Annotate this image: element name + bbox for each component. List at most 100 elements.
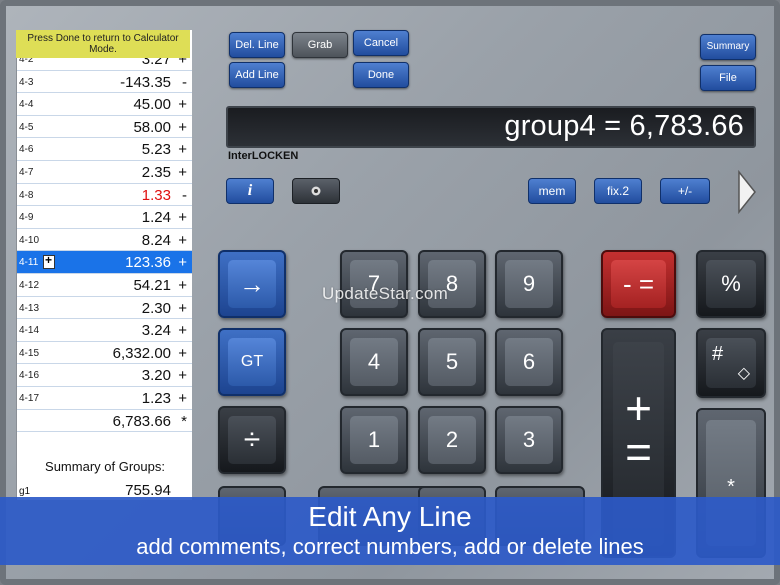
tape-row[interactable]: 4-17 1.23 + [17, 387, 192, 410]
tape-row-label: 4-13 [19, 302, 40, 314]
cancel-button[interactable]: Cancel [353, 30, 409, 56]
tape-row-operator: + [178, 322, 187, 340]
tape-row[interactable]: 4-14 3.24 + [17, 319, 192, 342]
summary-button[interactable]: Summary [700, 34, 756, 60]
tape-row[interactable]: 4-9 1.24 + [17, 206, 192, 229]
equals-label: = [625, 426, 652, 478]
key-6-label: 6 [505, 338, 553, 386]
settings-button[interactable] [292, 178, 340, 204]
gt-label: GT [228, 338, 276, 386]
tape-row[interactable]: 4-16 3.20 + [17, 364, 192, 387]
next-page-arrow-icon[interactable] [737, 170, 757, 214]
tape-row-value: 3.20 [141, 367, 171, 385]
tape-row-value: 58.00 [133, 118, 171, 136]
caption-subtitle: add comments, correct numbers, add or de… [136, 534, 644, 559]
tape-row[interactable]: 6,783.66 * [17, 410, 192, 433]
tape-row-value: 1.24 [141, 209, 171, 227]
sign-toggle-button[interactable]: +/- [660, 178, 710, 204]
tape-row-operator: - [182, 186, 187, 204]
tape-row[interactable]: 4-10 8.24 + [17, 229, 192, 252]
tape-row-value: 5.23 [141, 141, 171, 159]
fix-decimal-button[interactable]: fix.2 [594, 178, 642, 204]
enter-arrow-key[interactable]: → [218, 250, 286, 318]
key-9[interactable]: 9 [495, 250, 563, 318]
group-label: g1 [19, 486, 31, 497]
divide-key[interactable]: ÷ [218, 406, 286, 474]
display-value: group4 = 6,783.66 [504, 110, 744, 142]
grand-total-key[interactable]: GT [218, 328, 286, 396]
mem-button[interactable]: mem [528, 178, 576, 204]
key-3[interactable]: 3 [495, 406, 563, 474]
add-comment-icon[interactable] [43, 253, 55, 270]
info-button[interactable]: i [226, 178, 274, 204]
tape-row-operator: + [178, 96, 187, 114]
tape-row-value: 6,332.00 [112, 344, 171, 362]
add-line-button[interactable]: Add Line [229, 62, 285, 88]
diamond-icon: ◇ [737, 365, 750, 382]
tape-row-label: 4-12 [19, 279, 40, 291]
caption-title: Edit Any Line [308, 501, 472, 532]
tape-row-operator: + [178, 389, 187, 407]
tape-row-operator: + [178, 299, 187, 317]
tape-row-label: 4-7 [19, 166, 34, 178]
tape-row-label: 4-15 [19, 347, 40, 359]
summary-title: Summary of Groups: [45, 459, 165, 474]
hash-label: # [712, 343, 724, 365]
tape-row-value: 45.00 [133, 96, 171, 114]
tape-row[interactable]: 4-8 1.33- [17, 184, 192, 207]
tape-row[interactable]: 4-3 -143.35- [17, 71, 192, 94]
key-2-label: 2 [428, 416, 476, 464]
done-button[interactable]: Done [353, 62, 409, 88]
key-1[interactable]: 1 [340, 406, 408, 474]
key-2[interactable]: 2 [418, 406, 486, 474]
del-line-button[interactable]: Del. Line [229, 32, 285, 58]
tape-row[interactable]: 4-7 2.35 + [17, 161, 192, 184]
percent-key[interactable]: % [696, 250, 766, 318]
minus-equals-key[interactable]: - = [601, 250, 676, 318]
grab-button[interactable]: Grab [292, 32, 348, 58]
plus-label: + [625, 382, 652, 434]
tape-row-value: 1.33 [141, 186, 171, 204]
tape-row-label: 4-8 [19, 189, 34, 201]
tape-list[interactable]: 4-2 3.27 +4-3 -143.35-4-4 45.00 +4-5 58.00 +4-6… [16, 30, 192, 500]
tape-row-value: 2.30 [141, 299, 171, 317]
tape-row-operator: + [178, 163, 187, 181]
tape-rows: 4-2 3.27 +4-3 -143.35-4-4 45.00 +4-5 58.00 +4-6… [17, 48, 192, 433]
key-3-label: 3 [505, 416, 553, 464]
tape-row-label: 4-5 [19, 121, 34, 133]
tape-row-operator: + [178, 344, 187, 362]
tape-row-label: 4-10 [19, 234, 40, 246]
key-9-label: 9 [505, 260, 553, 308]
watermark: UpdateStar.com [322, 284, 449, 303]
tape-row[interactable]: 4-13 2.30 + [17, 297, 192, 320]
tape-row-value: 1.23 [141, 389, 171, 407]
tape-row-label: 4-3 [19, 76, 34, 88]
key-4-label: 4 [350, 338, 398, 386]
tape-row[interactable]: 4-12 54.21 + [17, 274, 192, 297]
tape-row-value: 123.36 [125, 254, 171, 272]
divide-label: ÷ [228, 416, 276, 464]
brand-label: InterLOCKEN [228, 150, 299, 162]
file-button[interactable]: File [700, 65, 756, 91]
tape-row-value: 8.24 [141, 231, 171, 249]
tape-row-operator: * [181, 412, 187, 430]
key-6[interactable]: 6 [495, 328, 563, 396]
tape-row[interactable]: 4-6 5.23 + [17, 138, 192, 161]
key-4[interactable]: 4 [340, 328, 408, 396]
tape-row[interactable]: 4-5 58.00 + [17, 116, 192, 139]
tape-instruction-banner: Press Done to return to Calculator Mode. [16, 30, 190, 58]
tape-row-value: 6,783.66 [112, 412, 171, 430]
tape-row-operator: + [178, 254, 187, 272]
gear-icon [311, 186, 321, 196]
tape-row-operator: + [178, 141, 187, 159]
tape-row-label: 4-11 [19, 257, 39, 269]
tape-row[interactable]: 4-4 45.00 + [17, 93, 192, 116]
tape-row[interactable]: 4-11 123.36 + [17, 251, 192, 274]
minus-equals-label: - = [611, 260, 666, 308]
key-5[interactable]: 5 [418, 328, 486, 396]
hash-key-face: # ◇ [706, 338, 756, 388]
tape-row-operator: + [178, 231, 187, 249]
tape-row-operator: + [178, 276, 187, 294]
tape-row[interactable]: 4-15 6,332.00 + [17, 342, 192, 365]
hash-key[interactable]: # ◇ [696, 328, 766, 398]
